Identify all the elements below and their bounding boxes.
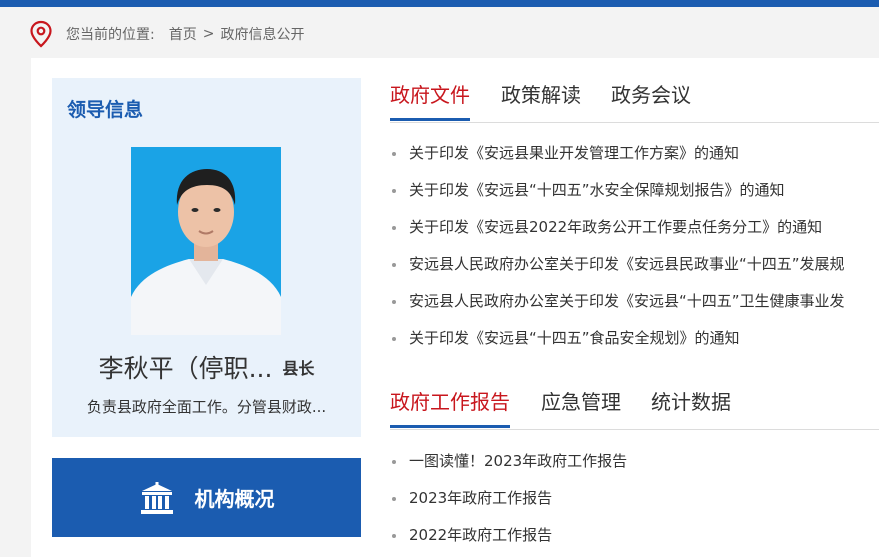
leader-position: 县长 <box>282 359 315 378</box>
breadcrumb: 您当前的位置: 首页 > 政府信息公开 <box>28 20 304 48</box>
tab-gov-work-report[interactable]: 政府工作报告 <box>390 386 510 428</box>
leader-section-title[interactable]: 领导信息 <box>67 95 143 122</box>
report-list-item[interactable]: 2023年政府工作报告 <box>390 487 879 524</box>
report-tabs: 政府工作报告 应急管理 统计数据 <box>390 386 879 430</box>
breadcrumb-home-link[interactable]: 首页 <box>169 24 197 44</box>
tab-emergency-management[interactable]: 应急管理 <box>541 386 621 425</box>
report-list-item[interactable]: 一图读懂！2023年政府工作报告 <box>390 450 879 487</box>
tab-policy-interpretation[interactable]: 政策解读 <box>501 79 581 118</box>
breadcrumb-separator: > <box>202 26 215 42</box>
org-overview-label: 机构概况 <box>194 487 275 511</box>
leader-portrait-image <box>131 147 281 335</box>
doc-list-item[interactable]: 关于印发《安远县果业开发管理工作方案》的通知 <box>390 142 879 179</box>
location-pin-icon <box>30 20 52 48</box>
doc-list-item[interactable]: 安远县人民政府办公室关于印发《安远县民政事业“十四五”发展规 <box>390 253 879 290</box>
leader-name[interactable]: 李秋平（停职... <box>99 354 273 383</box>
report-list-item[interactable]: 2022年政府工作报告 <box>390 524 879 557</box>
report-list: 一图读懂！2023年政府工作报告 2023年政府工作报告 2022年政府工作报告 <box>390 450 879 557</box>
tab-statistics[interactable]: 统计数据 <box>651 386 731 425</box>
leader-name-row: 李秋平（停职... 县长 <box>52 349 361 385</box>
doc-list-item[interactable]: 关于印发《安远县2022年政务公开工作要点任务分工》的通知 <box>390 216 879 253</box>
doc-list-item[interactable]: 安远县人民政府办公室关于印发《安远县“十四五”卫生健康事业发 <box>390 290 879 327</box>
doc-list-item[interactable]: 关于印发《安远县“十四五”水安全保障规划报告》的通知 <box>390 179 879 216</box>
leader-duty: 负责县政府全面工作。分管县财政... <box>86 398 327 416</box>
doc-list-item[interactable]: 关于印发《安远县“十四五”食品安全规划》的通知 <box>390 327 879 364</box>
org-overview-button[interactable]: 机构概况 <box>52 458 361 537</box>
doc-list: 关于印发《安远县果业开发管理工作方案》的通知 关于印发《安远县“十四五”水安全保… <box>390 142 879 364</box>
tab-gov-meetings[interactable]: 政务会议 <box>611 79 691 118</box>
leader-info-card: 领导信息 李秋平（停职... 县长 负责县政府全面工作。分管县财政... <box>52 78 361 437</box>
breadcrumb-current-link[interactable]: 政府信息公开 <box>220 24 304 44</box>
top-accent-bar <box>0 0 879 7</box>
tab-gov-documents[interactable]: 政府文件 <box>390 79 470 121</box>
doc-tabs: 政府文件 政策解读 政务会议 <box>390 79 879 123</box>
leader-photo[interactable] <box>131 147 281 335</box>
breadcrumb-label: 您当前的位置: <box>66 27 155 43</box>
government-building-icon <box>140 481 173 514</box>
